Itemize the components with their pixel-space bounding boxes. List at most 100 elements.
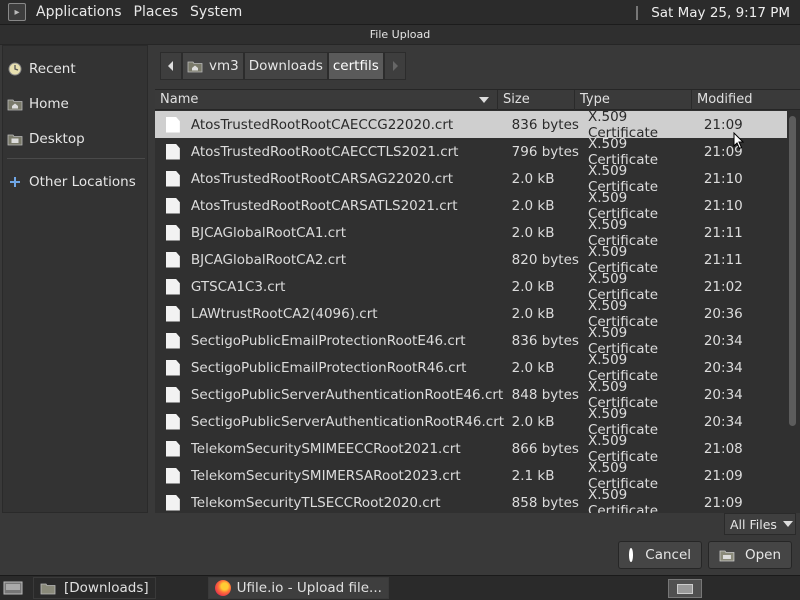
path-segment-label: Downloads <box>248 58 323 74</box>
path-segment-certfils[interactable]: certfils <box>327 52 384 80</box>
file-size: 2.0 kB <box>511 224 555 241</box>
plus-icon <box>7 175 23 189</box>
file-icon <box>166 251 180 268</box>
cancel-button[interactable]: Cancel <box>618 541 702 569</box>
file-row[interactable]: SectigoPublicEmailProtectionRootE46.crt 8… <box>155 325 787 357</box>
sidebar-item-home[interactable]: Home <box>7 93 69 115</box>
taskbar-item-label: Ufile.io - Upload file... <box>236 580 382 596</box>
folder-icon <box>40 583 56 594</box>
file-row[interactable]: TelekomSecuritySMIMERSARoot2023.crt 2.1 k… <box>155 460 787 492</box>
file-modified: 20:34 <box>703 386 743 403</box>
file-row[interactable]: AtosTrustedRootRootCARSATLS2021.crt 2.0 k… <box>155 190 787 222</box>
sidebar-item-label: Home <box>29 96 69 112</box>
column-header-label: Name <box>160 92 199 107</box>
file-row[interactable]: TelekomSecurityTLSECCRoot2020.crt 858 byt… <box>155 487 787 513</box>
menu-system[interactable]: System <box>188 4 244 20</box>
column-header-label: Type <box>580 92 610 107</box>
file-size: 2.0 kB <box>511 170 555 187</box>
file-list: Name Size Type Modified AtosTrustedRootR… <box>155 89 800 513</box>
sidebar-divider <box>7 158 145 159</box>
sidebar-item-recent[interactable]: Recent <box>7 58 76 80</box>
scrollbar-thumb[interactable] <box>789 116 796 426</box>
sidebar-item-other-locations[interactable]: Other Locations <box>7 171 136 193</box>
file-size: 796 bytes <box>511 143 579 160</box>
column-header-size[interactable]: Size <box>498 90 575 110</box>
file-rows: AtosTrustedRootRootCAECCG22020.crt 836 by… <box>155 109 787 513</box>
file-name: AtosTrustedRootRootCAECCG22020.crt <box>190 116 454 133</box>
clock-icon <box>7 62 23 76</box>
file-name: GTSCA1C3.crt <box>190 278 286 295</box>
file-size: 848 bytes <box>511 386 579 403</box>
file-row[interactable]: TelekomSecuritySMIMEECCRoot2021.crt 866 b… <box>155 433 787 465</box>
path-bar: vm3 Downloads certfils <box>160 52 406 80</box>
sidebar-item-label: Other Locations <box>29 174 136 190</box>
file-row[interactable]: BJCAGlobalRootCA1.crt 2.0 kB X.509 Certifi… <box>155 217 787 249</box>
path-segment-vm3[interactable]: vm3 <box>182 52 244 80</box>
menu-places[interactable]: Places <box>132 4 181 20</box>
desktop-folder-icon <box>7 132 23 146</box>
file-icon <box>166 170 180 187</box>
file-type-filter[interactable]: All Files <box>724 513 796 535</box>
cancel-label: Cancel <box>645 547 691 563</box>
file-name: BJCAGlobalRootCA1.crt <box>190 224 346 241</box>
taskbar-item-downloads[interactable]: [Downloads] <box>33 577 156 599</box>
file-name: AtosTrustedRootRootCARSAG22020.crt <box>190 170 454 187</box>
column-header-label: Size <box>503 92 530 107</box>
taskbar: [Downloads] Ufile.io - Upload file... <box>0 575 800 600</box>
file-name: SectigoPublicEmailProtectionRootE46.crt <box>190 332 466 349</box>
taskbar-item-label: [Downloads] <box>64 580 149 596</box>
sort-descending-icon <box>479 97 489 103</box>
file-modified: 21:10 <box>703 170 743 187</box>
file-row[interactable]: SectigoPublicEmailProtectionRootR46.crt 2… <box>155 352 787 384</box>
file-modified: 21:10 <box>703 197 743 214</box>
file-name: SectigoPublicServerAuthenticationRootE46… <box>190 386 504 403</box>
file-name: TelekomSecuritySMIMEECCRoot2021.crt <box>190 440 461 457</box>
folder-open-icon <box>719 550 735 561</box>
file-row[interactable]: AtosTrustedRootRootCAECCTLS2021.crt 796 b… <box>155 136 787 168</box>
file-modified: 20:34 <box>703 332 743 349</box>
clock[interactable]: Sat May 25, 9:17 PM <box>636 0 790 25</box>
file-modified: 21:11 <box>703 251 743 268</box>
chevron-left-icon <box>168 61 173 71</box>
file-row[interactable]: SectigoPublicServerAuthenticationRootE46… <box>155 379 787 411</box>
column-header-modified[interactable]: Modified <box>692 90 800 110</box>
file-row[interactable]: GTSCA1C3.crt 2.0 kB X.509 Certificate 21:02 <box>155 271 787 303</box>
show-desktop-icon[interactable] <box>3 580 23 596</box>
file-upload-dialog: File Upload Recent Home Desktop Other Lo… <box>0 25 800 575</box>
sidebar-item-label: Desktop <box>29 131 85 147</box>
column-header-type[interactable]: Type <box>575 90 692 110</box>
path-back-button[interactable] <box>160 52 182 80</box>
sidebar-item-desktop[interactable]: Desktop <box>7 128 85 150</box>
dialog-title: File Upload <box>0 25 800 45</box>
file-size: 2.0 kB <box>511 413 555 430</box>
file-modified: 21:09 <box>703 467 743 484</box>
file-row[interactable]: SectigoPublicServerAuthenticationRootR46… <box>155 406 787 438</box>
path-segment-label: certfils <box>332 58 379 74</box>
file-name: BJCAGlobalRootCA2.crt <box>190 251 346 268</box>
path-forward-button[interactable] <box>383 52 406 80</box>
file-size: 2.0 kB <box>511 197 555 214</box>
taskbar-item-firefox[interactable]: Ufile.io - Upload file... <box>207 577 389 599</box>
column-header-name[interactable]: Name <box>155 90 498 110</box>
file-icon <box>166 143 180 160</box>
cancel-icon <box>629 548 634 562</box>
chevron-down-icon <box>782 521 793 527</box>
file-modified: 21:08 <box>703 440 743 457</box>
file-size: 858 bytes <box>511 494 579 511</box>
workspace-switcher[interactable] <box>668 579 702 598</box>
open-button[interactable]: Open <box>708 541 792 569</box>
path-segment-downloads[interactable]: Downloads <box>243 52 328 80</box>
file-name: LAWtrustRootCA2(4096).crt <box>190 305 378 322</box>
menu-applications[interactable]: Applications <box>34 4 124 20</box>
file-row[interactable]: LAWtrustRootCA2(4096).crt 2.0 kB X.509 Cer… <box>155 298 787 330</box>
file-name: TelekomSecurityTLSECCRoot2020.crt <box>190 494 441 511</box>
file-modified: 20:34 <box>703 413 743 430</box>
file-row[interactable]: BJCAGlobalRootCA2.crt 820 bytes X.509 Cert… <box>155 244 787 276</box>
places-sidebar: Recent Home Desktop Other Locations <box>2 45 148 513</box>
file-row[interactable]: AtosTrustedRootRootCAECCG22020.crt 836 by… <box>155 109 787 141</box>
home-folder-icon <box>7 97 23 111</box>
file-list-scrollbar[interactable] <box>787 92 797 488</box>
file-row[interactable]: AtosTrustedRootRootCARSAG22020.crt 2.0 kB… <box>155 163 787 195</box>
file-size: 2.0 kB <box>511 359 555 376</box>
terminal-icon[interactable]: ▸ <box>8 3 26 21</box>
